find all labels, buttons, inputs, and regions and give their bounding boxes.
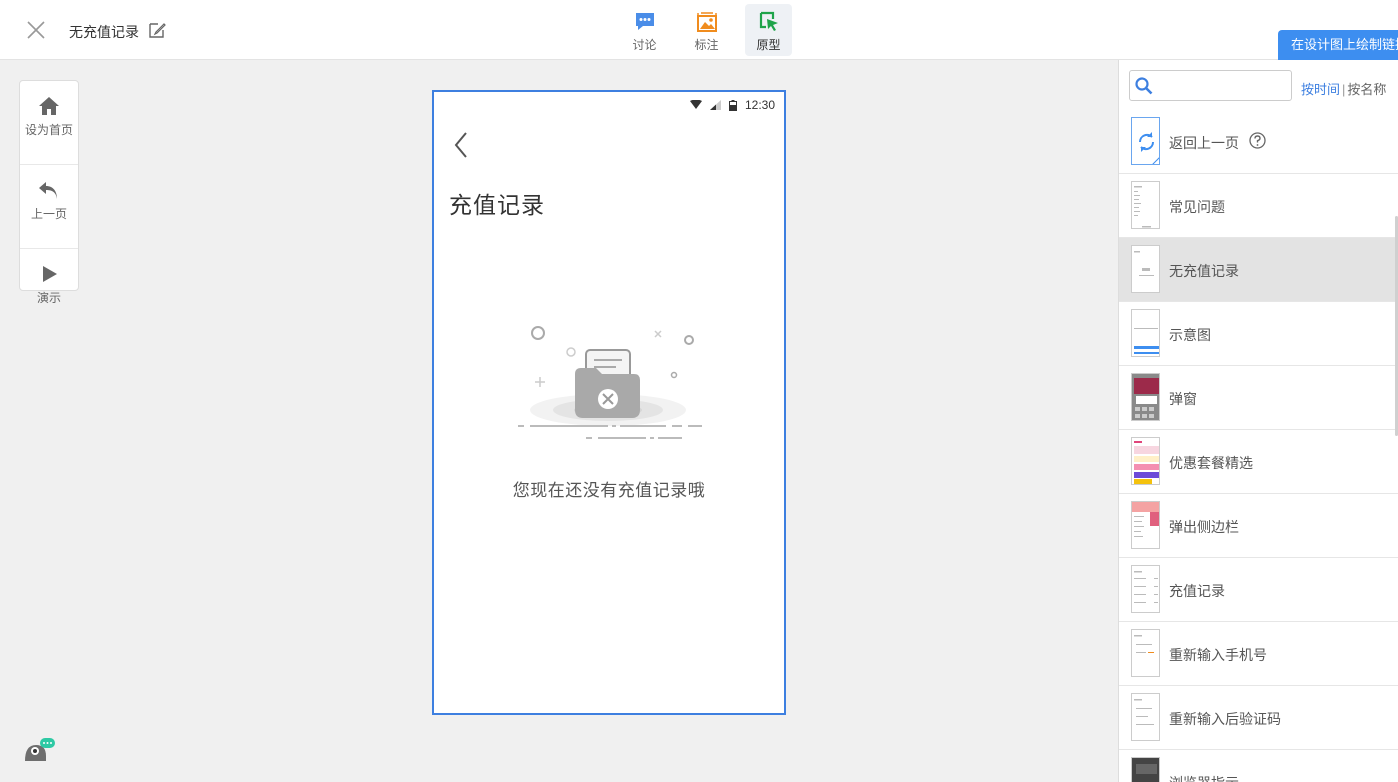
annotation-image-icon	[696, 12, 717, 32]
close-icon[interactable]	[24, 18, 48, 42]
tab-prototype[interactable]: 原型	[745, 4, 792, 56]
help-circle-icon[interactable]	[1249, 132, 1266, 149]
phone-preview[interactable]: 12:30 充值记录 您现在还没有充值记录哦	[432, 90, 786, 715]
present-button[interactable]: 演示	[20, 263, 78, 333]
page-item-label: 无充值记录	[1169, 263, 1239, 279]
search-box[interactable]	[1129, 70, 1292, 101]
page-item-faq[interactable]: 常见问题	[1119, 174, 1398, 238]
page-item-reenter-phone[interactable]: 重新输入手机号	[1119, 622, 1398, 686]
page-thumbnail	[1131, 501, 1160, 549]
home-icon	[39, 97, 59, 115]
present-label: 演示	[36, 291, 61, 305]
page-item-side-drawer[interactable]: 弹出侧边栏	[1119, 494, 1398, 558]
tab-annotation[interactable]: 标注	[683, 4, 730, 56]
page-thumbnail	[1131, 565, 1160, 613]
page-item-label: 示意图	[1169, 327, 1211, 343]
page-list: 返回上一页 常见问题 无充值记录 示意图 弹窗 优惠套餐精选 弹出侧边栏 充值记…	[1119, 110, 1398, 782]
top-bar: 无充值记录 讨论 标注 原型 在设计图上绘制链接	[0, 0, 1398, 60]
status-time: 12:30	[744, 98, 775, 112]
sort-options: 按时间 | 按名称	[1301, 79, 1386, 98]
page-item-label: 重新输入后验证码	[1169, 711, 1281, 727]
chevron-left-icon[interactable]	[452, 130, 472, 160]
page-title: 无充值记录	[69, 24, 139, 40]
search-icon	[1135, 77, 1153, 95]
battery-icon	[728, 99, 737, 111]
sort-separator: |	[1342, 82, 1346, 97]
page-item-return[interactable]: 返回上一页	[1119, 110, 1398, 174]
prototype-cursor-icon	[759, 11, 778, 31]
set-home-label: 设为首页	[24, 123, 73, 137]
search-input[interactable]	[1158, 75, 1286, 96]
set-home-button[interactable]: 设为首页	[20, 95, 78, 165]
tab-discuss-label: 讨论	[632, 38, 657, 52]
empty-message: 您现在还没有充值记录哦	[512, 481, 706, 500]
page-thumbnail	[1131, 245, 1160, 293]
page-item-label: 优惠套餐精选	[1169, 455, 1253, 471]
sort-by-time-link[interactable]: 按时间	[1301, 82, 1340, 97]
page-item-browser-hint[interactable]: 浏览器指示	[1119, 750, 1398, 782]
page-thumbnail	[1131, 373, 1160, 421]
edit-icon[interactable]	[148, 21, 166, 39]
page-item-label: 重新输入手机号	[1169, 647, 1267, 663]
page-item-label: 弹窗	[1169, 391, 1197, 407]
status-bar: 12:30	[689, 98, 775, 112]
previous-page-button[interactable]: 上一页	[20, 179, 78, 249]
tab-annotation-label: 标注	[694, 38, 719, 52]
assistant-bot-icon[interactable]	[22, 736, 58, 762]
page-thumbnail	[1131, 309, 1160, 357]
page-thumbnail	[1131, 437, 1160, 485]
page-thumbnail	[1131, 693, 1160, 741]
sort-by-name-link[interactable]: 按名称	[1347, 82, 1386, 97]
empty-folder-illustration	[518, 326, 702, 439]
refresh-icon	[1138, 132, 1159, 164]
tab-discuss[interactable]: 讨论	[621, 4, 668, 56]
page-thumbnail	[1131, 117, 1160, 165]
tool-panel: 设为首页 上一页 演示	[19, 80, 79, 305]
page-item-label: 充值记录	[1169, 583, 1225, 599]
page-item-label: 浏览器指示	[1169, 773, 1239, 782]
play-icon	[43, 266, 57, 282]
page-item-label: 返回上一页	[1169, 135, 1239, 151]
screen-title: 充值记录	[449, 192, 545, 218]
page-item-discount-packages[interactable]: 优惠套餐精选	[1119, 430, 1398, 494]
draw-link-button[interactable]: 在设计图上绘制链接	[1278, 30, 1398, 60]
page-item-label: 常见问题	[1169, 199, 1225, 215]
page-item-no-recharge-record[interactable]: 无充值记录	[1119, 238, 1398, 302]
page-thumbnail	[1131, 181, 1160, 229]
wifi-icon	[689, 100, 702, 109]
tab-prototype-label: 原型	[756, 38, 781, 52]
page-thumbnail	[1131, 629, 1160, 677]
page-item-diagram[interactable]: 示意图	[1119, 302, 1398, 366]
page-item-label: 弹出侧边栏	[1169, 519, 1239, 535]
signal-icon	[709, 100, 721, 110]
chat-bubble-icon	[635, 13, 654, 30]
previous-page-label: 上一页	[30, 207, 67, 221]
page-sidebar: 按时间 | 按名称 返回上一页 常见问题 无充值记录 示意图 弹窗 优惠套餐精选…	[1118, 60, 1398, 782]
undo-arrow-icon	[39, 182, 57, 199]
page-item-popup[interactable]: 弹窗	[1119, 366, 1398, 430]
page-item-recharge-record[interactable]: 充值记录	[1119, 558, 1398, 622]
page-thumbnail	[1131, 757, 1160, 782]
page-item-reenter-code[interactable]: 重新输入后验证码	[1119, 686, 1398, 750]
